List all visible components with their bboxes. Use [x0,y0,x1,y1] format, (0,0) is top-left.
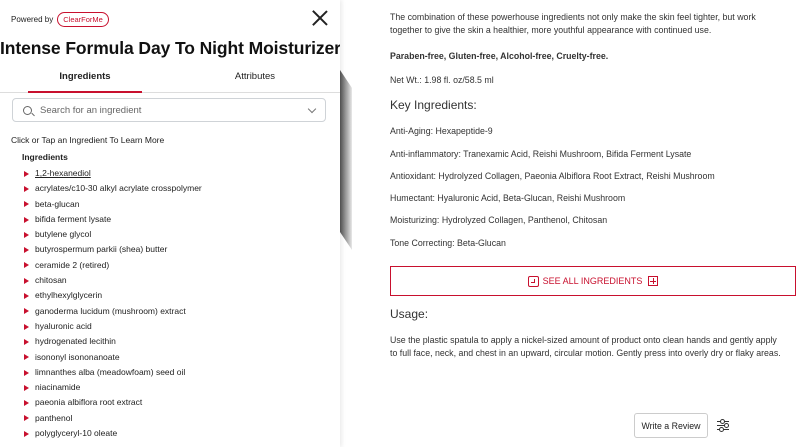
panel-title: Intense Formula Day To Night Moisturizer [0,38,340,58]
expand-triangle-icon [24,323,29,330]
expand-icon [648,276,659,286]
ingredient-name: chitosan [35,275,67,286]
expand-triangle-icon [24,216,29,223]
usage-heading: Usage: [390,307,429,321]
close-icon[interactable] [312,10,328,26]
ingredient-name: hyaluronic acid [35,320,92,331]
expand-triangle-icon [24,430,29,437]
ingredient-item[interactable]: bifida ferment lysate [24,212,202,227]
intro-text: The combination of these powerhouse ingr… [390,12,756,35]
filter-sliders-icon[interactable] [712,413,734,438]
ingredient-item[interactable]: limnanthes alba (meadowfoam) seed oil [24,365,202,380]
expand-triangle-icon [24,170,29,177]
ingredient-name: 1,2-hexanediol [35,168,91,178]
ingredient-name: polyglyceryl-10 oleate [35,428,118,439]
ingredient-item[interactable]: panthenol [24,411,202,426]
expand-triangle-icon [24,338,29,345]
ingredient-item[interactable]: chitosan [24,273,202,288]
ingredient-name: acrylates/c10-30 alkyl acrylate crosspol… [35,183,202,194]
expand-triangle-icon [24,247,29,254]
write-review-button[interactable]: Write a Review [634,413,708,438]
ingredient-name: bifida ferment lysate [35,213,112,224]
ingredients-header: Ingredients [22,152,68,162]
ingredient-name: butylene glycol [35,229,92,240]
ingredient-list: 1,2-hexanediol acrylates/c10-30 alkyl acr… [24,166,202,441]
ingredient-name: panthenol [35,412,73,423]
ingredient-item[interactable]: isononyl isononanoate [24,350,202,365]
key-item: Tone Correcting: Beta-Glucan [390,238,506,248]
expand-triangle-icon [24,201,29,208]
key-item: Anti-Aging: Hexapeptide-9 [390,126,493,136]
ingredient-item[interactable]: beta-glucan [24,197,202,212]
ingredient-item[interactable]: ethylhexylglycerin [24,288,202,303]
chevron-down-icon[interactable] [307,104,317,114]
expand-triangle-icon [24,262,29,269]
ingredient-item[interactable]: hyaluronic acid [24,319,202,334]
key-item: Anti-inflammatory: Tranexamic Acid, Reis… [390,149,692,159]
ingredient-name: niacinamide [35,382,81,393]
ingredient-name: isononyl isononanoate [35,351,120,362]
ingredient-item[interactable]: polyglyceryl-10 oleate [24,426,202,441]
expand-triangle-icon [24,400,29,407]
hand-icon [527,275,539,287]
hint-text: Click or Tap an Ingredient To Learn More [11,135,165,145]
key-ingredients-heading: Key Ingredients: [390,98,477,112]
ingredient-item[interactable]: 1,2-hexanediol [24,166,202,181]
ingredient-name: paeonia albiflora root extract [35,397,143,408]
ingredient-item[interactable]: paeonia albiflora root extract [24,395,202,410]
ingredient-name: limnanthes alba (meadowfoam) seed oil [35,366,186,377]
ingredient-name: ethylhexylglycerin [35,290,103,301]
tab-bar: Ingredients Attributes [0,66,340,93]
ingredient-name: butyrospermum parkii (shea) butter [35,244,168,255]
expand-triangle-icon [24,185,29,192]
powered-by: Powered by ClearForMe [11,12,109,27]
ingredient-item[interactable]: acrylates/c10-30 alkyl acrylate crosspol… [24,181,202,196]
ingredient-item[interactable]: butylene glycol [24,227,202,242]
expand-triangle-icon [24,308,29,315]
ingredient-panel: Powered by ClearForMe Intense Formula Da… [0,0,340,447]
expand-triangle-icon [24,231,29,238]
tab-attributes[interactable]: Attributes [170,71,340,82]
ingredient-name: beta-glucan [35,198,80,209]
clearforme-logo[interactable]: ClearForMe [57,12,109,27]
expand-triangle-icon [24,293,29,300]
ingredient-item[interactable]: butyrospermum parkii (shea) butter [24,242,202,257]
active-tab-indicator [28,91,142,93]
ingredient-name: ganoderma lucidum (mushroom) extract [35,305,186,316]
usage-text: Use the plastic spatula to apply a nicke… [390,335,781,358]
ingredient-item[interactable]: ganoderma lucidum (mushroom) extract [24,304,202,319]
ingredient-item[interactable]: niacinamide [24,380,202,395]
expand-triangle-icon [24,369,29,376]
net-weight: Net Wt.: 1.98 fl. oz/58.5 ml [390,75,494,85]
background-graphic [340,70,352,250]
key-item: Moisturizing: Hydrolyzed Collagen, Panth… [390,215,608,225]
search-icon [23,105,32,115]
powered-by-label: Powered by [11,15,54,24]
ingredient-name: ceramide 2 (retired) [35,259,110,270]
expand-triangle-icon [24,354,29,361]
expand-triangle-icon [24,384,29,391]
free-from-text: Paraben-free, Gluten-free, Alcohol-free,… [390,51,609,61]
expand-triangle-icon [24,277,29,284]
ingredient-name: hydrogenated lecithin [35,336,116,347]
key-item: Humectant: Hyaluronic Acid, Beta-Glucan,… [390,193,626,203]
search-input[interactable] [40,104,300,116]
see-all-label: SEE ALL INGREDIENTS [542,276,643,286]
expand-triangle-icon [24,415,29,422]
ingredient-search[interactable] [12,98,326,122]
see-all-ingredients-button[interactable]: SEE ALL INGREDIENTS [390,266,796,296]
key-item: Antioxidant: Hydrolyzed Collagen, Paeoni… [390,171,715,181]
ingredient-item[interactable]: hydrogenated lecithin [24,334,202,349]
ingredient-item[interactable]: ceramide 2 (retired) [24,258,202,273]
tab-ingredients[interactable]: Ingredients [0,71,170,82]
